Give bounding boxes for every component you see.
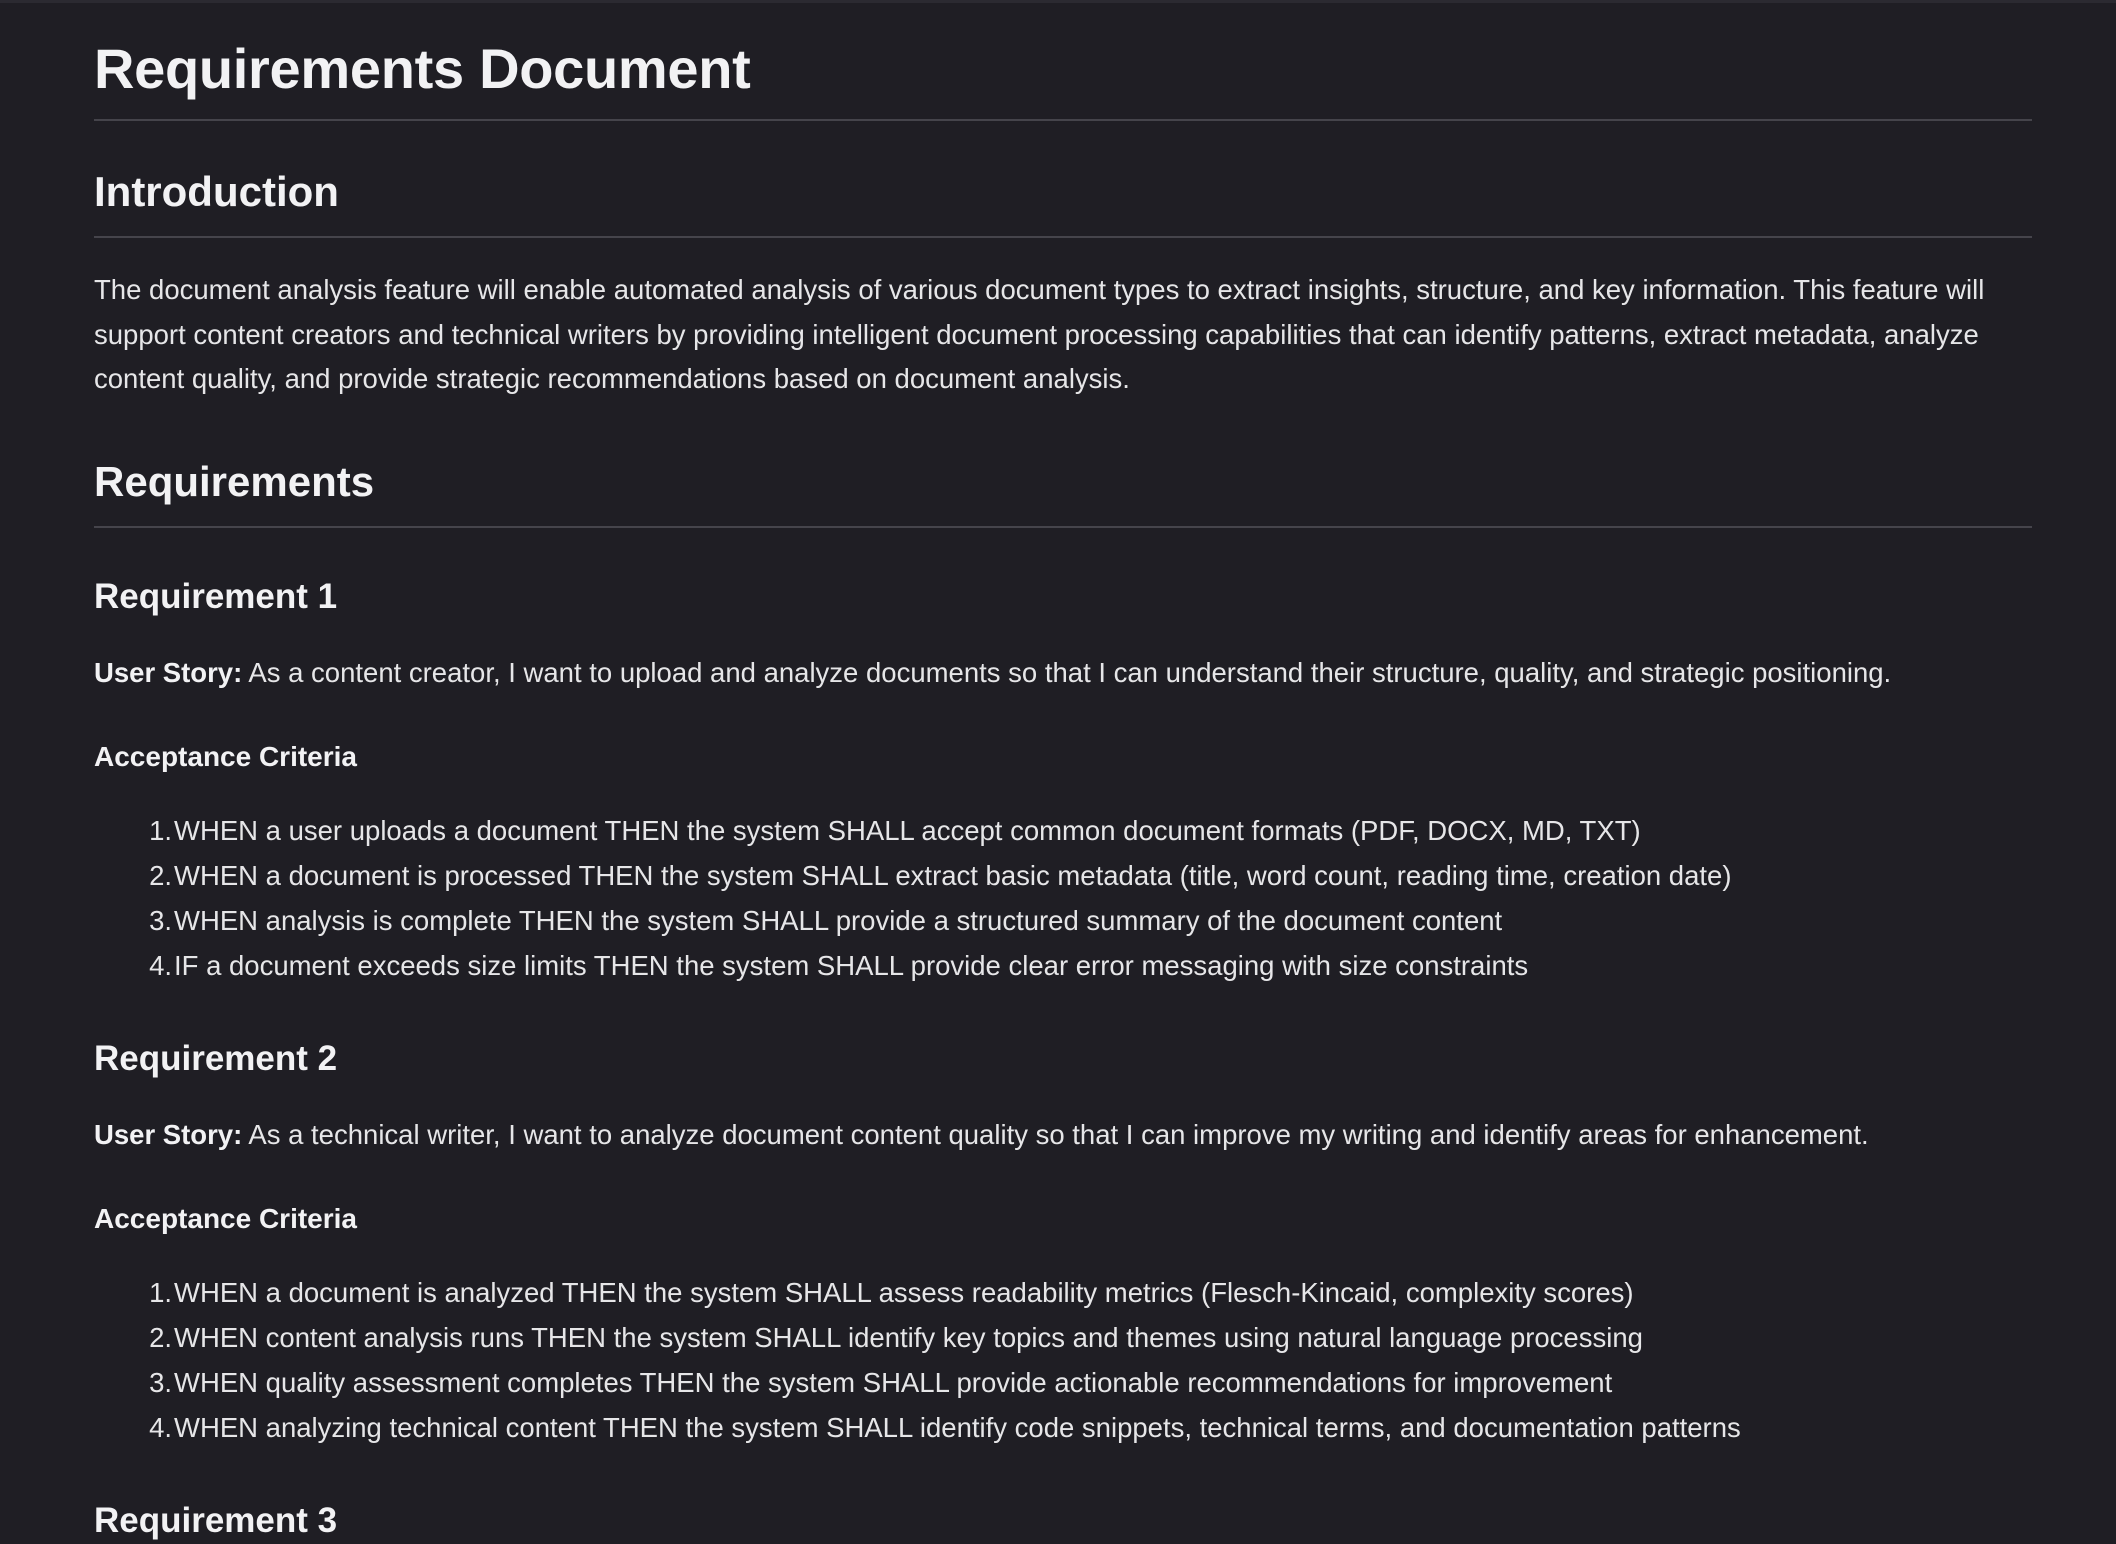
criteria-number: 3.	[149, 1366, 172, 1398]
requirement-heading: Requirement 2	[94, 1038, 338, 1078]
acceptance-criteria-list: 1. WHEN a user uploads a document THEN th…	[94, 808, 2032, 988]
criteria-text: WHEN a user uploads a document THEN the …	[174, 814, 1641, 846]
document-title: Requirements Document	[94, 37, 751, 100]
criteria-item: 4. WHEN analyzing technical content THEN …	[94, 1405, 2032, 1450]
user-story: User Story: As a content creator, I want…	[94, 653, 2032, 693]
acceptance-criteria-heading: Acceptance Criteria	[94, 1202, 358, 1234]
requirement-heading: Requirement 1	[94, 576, 338, 616]
criteria-text: WHEN quality assessment completes THEN t…	[174, 1366, 1613, 1398]
acceptance-criteria-list: 1. WHEN a document is analyzed THEN the s…	[94, 1270, 2032, 1450]
user-story-text: As a technical writer, I want to analyze…	[242, 1118, 1869, 1150]
criteria-number: 4.	[149, 949, 172, 981]
introduction-paragraph: The document analysis feature will enabl…	[94, 274, 1985, 394]
criteria-text: IF a document exceeds size limits THEN t…	[174, 949, 1529, 981]
title-divider	[94, 119, 2032, 121]
acceptance-criteria-heading: Acceptance Criteria	[94, 740, 358, 772]
criteria-number: 1.	[149, 1276, 172, 1308]
criteria-item: 2. WHEN a document is processed THEN the …	[94, 853, 2032, 898]
criteria-item: 1. WHEN a user uploads a document THEN th…	[94, 808, 2032, 853]
criteria-text: WHEN content analysis runs THEN the syst…	[174, 1321, 1643, 1353]
criteria-number: 1.	[149, 814, 172, 846]
introduction-heading: Introduction	[94, 168, 339, 215]
requirement-block: Requirement 2 User Story: As a technical…	[94, 1036, 2032, 1450]
requirement-heading: Requirement 3	[94, 1500, 338, 1540]
criteria-item: 2. WHEN content analysis runs THEN the sy…	[94, 1315, 2032, 1360]
introduction-divider	[94, 236, 2032, 238]
requirements-heading: Requirements	[94, 457, 375, 505]
criteria-number: 3.	[149, 904, 172, 936]
requirement-block: Requirement 3	[94, 1498, 2032, 1544]
user-story-label: User Story:	[94, 656, 243, 688]
criteria-text: WHEN analysis is complete THEN the syste…	[174, 904, 1503, 936]
criteria-item: 3. WHEN quality assessment completes THEN…	[94, 1360, 2032, 1405]
criteria-number: 2.	[149, 1321, 172, 1353]
criteria-item: 3. WHEN analysis is complete THEN the sys…	[94, 898, 2032, 943]
criteria-text: WHEN a document is analyzed THEN the sys…	[174, 1276, 1634, 1308]
user-story-text: As a content creator, I want to upload a…	[242, 656, 1892, 688]
criteria-text: WHEN analyzing technical content THEN th…	[174, 1411, 1741, 1443]
criteria-text: WHEN a document is processed THEN the sy…	[174, 859, 1732, 891]
requirements-divider	[94, 525, 2032, 528]
requirement-block: Requirement 1 User Story: As a content c…	[94, 574, 2032, 988]
criteria-item: 1. WHEN a document is analyzed THEN the s…	[94, 1270, 2032, 1315]
user-story: User Story: As a technical writer, I wan…	[94, 1115, 2032, 1155]
criteria-item: 4. IF a document exceeds size limits THEN…	[94, 943, 2032, 988]
criteria-number: 4.	[149, 1411, 172, 1443]
criteria-number: 2.	[149, 859, 172, 891]
requirements-section: Requirements Requirement 1 User Story: A…	[94, 455, 2032, 1544]
document-content: Requirements Document Introduction The d…	[94, 0, 2032, 1544]
introduction-section: Introduction The document analysis featu…	[94, 165, 2032, 402]
user-story-label: User Story:	[94, 1118, 243, 1150]
